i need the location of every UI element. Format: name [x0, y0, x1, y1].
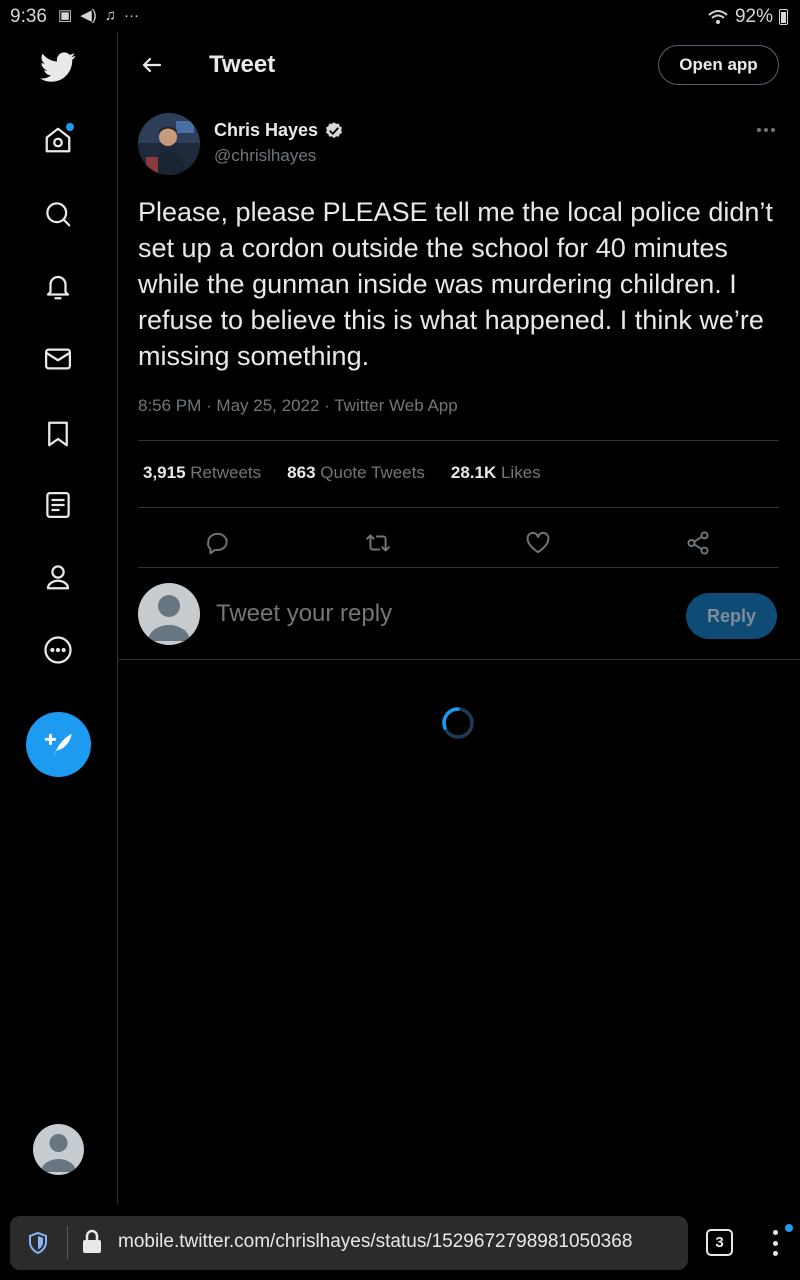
sidebar-item-notifications[interactable] — [34, 263, 82, 311]
sidebar-item-home[interactable] — [34, 116, 82, 164]
bookmark-icon — [48, 421, 68, 447]
battery-icon — [779, 9, 788, 25]
reply-input[interactable] — [216, 600, 656, 628]
sidebar-item-messages[interactable] — [34, 335, 82, 383]
page-title: Tweet — [209, 51, 276, 78]
back-button[interactable] — [137, 50, 167, 80]
volume-icon: ◀) — [80, 7, 97, 24]
divider — [138, 440, 779, 441]
author-name-text: Chris Hayes — [214, 120, 319, 140]
status-notification-icons: ▣ ◀) ♫ ··· — [58, 6, 139, 25]
reply-submit-button[interactable]: Reply — [686, 593, 777, 639]
battery-percent: 92% — [734, 6, 773, 27]
url-separator — [67, 1226, 68, 1260]
share-button[interactable] — [678, 523, 718, 563]
search-icon — [46, 202, 71, 227]
author-handle[interactable]: @chrislhayes — [214, 146, 316, 166]
music-icon: ♫ — [104, 6, 116, 24]
compose-icon — [44, 733, 72, 758]
tabs-button[interactable]: 3 — [706, 1229, 733, 1256]
profile-icon — [46, 565, 70, 590]
section-divider — [119, 659, 800, 660]
list-icon — [46, 492, 70, 518]
likes-stat[interactable]: 28.1K Likes — [451, 463, 541, 483]
home-notification-dot — [66, 123, 74, 131]
sidebar-item-bookmarks[interactable] — [34, 410, 82, 458]
account-avatar[interactable] — [33, 1124, 84, 1175]
tweet-more-options-icon[interactable] — [751, 118, 781, 142]
sidebar-item-profile[interactable] — [34, 553, 82, 601]
verified-badge-icon — [326, 121, 343, 138]
twitter-logo-icon[interactable] — [34, 43, 82, 91]
author-name[interactable]: Chris Hayes — [214, 120, 344, 141]
retweet-icon — [366, 534, 390, 552]
loading-spinner-icon — [442, 707, 474, 739]
tweet-timestamp[interactable]: 8:56 PM · May 25, 2022 · Twitter Web App — [138, 396, 458, 416]
retweets-stat[interactable]: 3,915 Retweets — [143, 463, 261, 483]
status-time: 9:36 — [10, 6, 47, 27]
sidebar-item-more[interactable] — [34, 626, 82, 674]
divider — [138, 507, 779, 508]
sidebar-item-lists[interactable] — [34, 481, 82, 529]
like-button[interactable] — [518, 523, 558, 563]
status-bar: 9:36 ▣ ◀) ♫ ··· 92% — [0, 0, 800, 32]
shield-icon[interactable] — [26, 1231, 50, 1255]
open-app-button[interactable]: Open app — [658, 45, 779, 85]
lock-icon — [83, 1229, 101, 1253]
url-text[interactable]: mobile.twitter.com/chrislhayes/status/15… — [118, 1231, 632, 1253]
reply-button[interactable] — [198, 523, 238, 563]
like-icon — [526, 531, 550, 554]
quote-tweets-stat[interactable]: 863 Quote Tweets — [287, 463, 425, 483]
bell-icon — [46, 275, 70, 300]
menu-notification-dot — [785, 1224, 793, 1232]
browser-menu-icon[interactable] — [766, 1227, 784, 1259]
more-circle-icon — [44, 636, 72, 664]
status-right: 92% — [707, 6, 788, 28]
main-column: Tweet Open app Chris Hayes @chrislhayes … — [119, 32, 800, 1204]
back-arrow-icon — [142, 57, 162, 73]
tweet-stats: 3,915 Retweets 863 Quote Tweets 28.1K Li… — [143, 463, 541, 483]
wifi-icon — [708, 10, 728, 24]
compose-tweet-button[interactable] — [26, 712, 91, 777]
address-bar[interactable]: mobile.twitter.com/chrislhayes/status/15… — [10, 1216, 688, 1270]
sidebar-item-search[interactable] — [34, 190, 82, 238]
tweet-actions — [138, 518, 779, 568]
tweet-text: Please, please PLEASE tell me the local … — [138, 197, 773, 371]
top-bar: Tweet Open app — [119, 32, 800, 98]
browser-bar: mobile.twitter.com/chrislhayes/status/15… — [0, 1205, 800, 1280]
reply-avatar — [138, 583, 200, 645]
share-icon — [687, 531, 709, 555]
mail-icon — [45, 348, 71, 370]
reply-icon — [207, 532, 228, 555]
author-avatar[interactable] — [138, 113, 200, 175]
gallery-notification-icon: ▣ — [58, 7, 73, 24]
retweet-button[interactable] — [358, 523, 398, 563]
sidebar-nav — [0, 32, 118, 1204]
overflow-icon: ··· — [123, 6, 139, 24]
divider — [138, 567, 779, 568]
